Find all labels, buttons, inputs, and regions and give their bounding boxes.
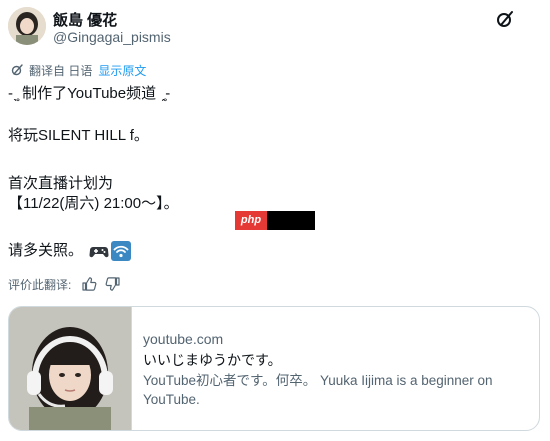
avatar[interactable] bbox=[8, 7, 46, 45]
card-description: YouTube初心者です。何卒。 Yuuka Iijima is a begin… bbox=[143, 373, 493, 407]
rate-translation: 评价此翻译: bbox=[8, 276, 121, 292]
game-controller-icon bbox=[89, 241, 109, 261]
show-original-link[interactable]: 显示原文 bbox=[98, 62, 146, 79]
translation-label: 翻译自 日语 bbox=[29, 63, 93, 78]
thumbs-up-icon[interactable] bbox=[81, 276, 97, 292]
avatar-image bbox=[8, 7, 46, 45]
emoji-group bbox=[89, 241, 131, 261]
translation-notice: 翻译自 日语 显示原文 bbox=[10, 62, 146, 78]
grok-icon[interactable] bbox=[494, 8, 516, 30]
thumbs-down-icon[interactable] bbox=[105, 276, 121, 292]
grok-translate-icon bbox=[10, 63, 24, 77]
tweet-line: 将玩SILENT HILL f。 bbox=[8, 127, 149, 144]
card-thumbnail-image bbox=[9, 307, 131, 430]
rate-translation-label: 评价此翻译: bbox=[8, 277, 72, 292]
card-title: いいじまゆうかです。 bbox=[143, 352, 282, 368]
tweet-line: 【11/22(周六) 21:00〜】。 bbox=[8, 195, 179, 212]
card-domain: youtube.com bbox=[143, 331, 224, 347]
tweet-line: -ˎ̥ 制作了YouTube频道 ˏ̥- bbox=[8, 85, 171, 102]
card-thumbnail bbox=[9, 307, 132, 430]
author-handle[interactable]: @Gingagai_pismis bbox=[53, 29, 171, 45]
author-display-name[interactable]: 飯島 優花 bbox=[53, 9, 117, 30]
tweet-line: 请多关照。 bbox=[8, 242, 84, 259]
watermark-overlay: php bbox=[235, 211, 315, 230]
watermark-logo: php bbox=[235, 211, 267, 230]
link-preview-card[interactable]: youtube.com いいじまゆうかです。 YouTube初心者です。何卒。 … bbox=[8, 306, 540, 431]
wifi-signal-icon bbox=[111, 241, 131, 261]
tweet-line: 首次直播计划为 bbox=[8, 175, 114, 192]
